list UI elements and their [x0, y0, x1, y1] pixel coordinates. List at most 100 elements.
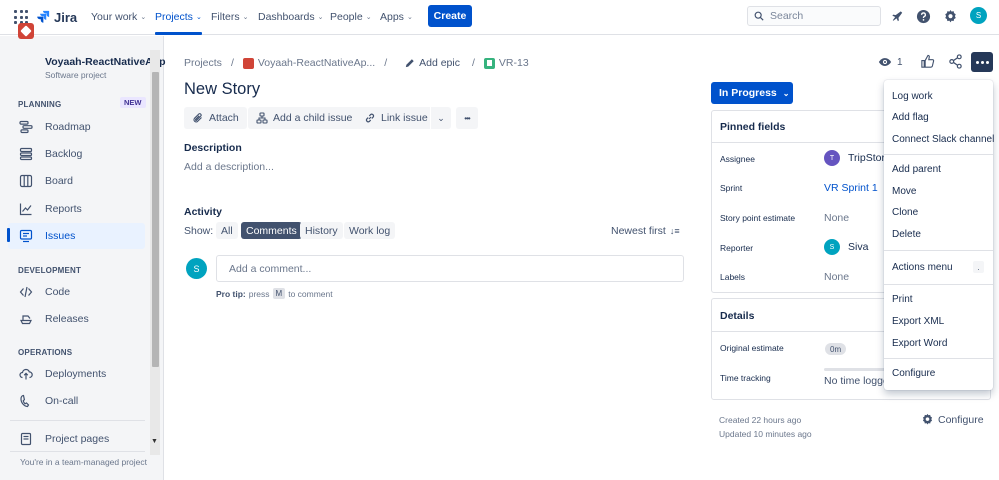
roadmap-icon — [19, 120, 33, 134]
sidebar-item-project-pages[interactable]: Project pages — [8, 426, 145, 452]
sidebar-item-on-call[interactable]: On-call — [8, 388, 145, 414]
issue-title[interactable]: New Story — [184, 80, 260, 99]
menu-item-add-parent[interactable]: Add parent — [892, 164, 941, 175]
nav-label: Dashboards — [258, 11, 315, 23]
filter-all[interactable]: All — [216, 222, 238, 239]
pinned-fields-heading[interactable]: Pinned fields — [720, 121, 785, 133]
filter-work-log[interactable]: Work log — [344, 222, 396, 239]
thumbs-up-icon[interactable] — [920, 54, 935, 69]
time-tracking-value[interactable]: No time logge — [824, 375, 889, 387]
attach-button[interactable]: Attach — [184, 107, 247, 129]
sidebar-item-releases[interactable]: Releases — [8, 306, 145, 332]
user-avatar[interactable]: S — [970, 7, 987, 24]
show-label: Show: — [184, 225, 214, 237]
field-value-reporter[interactable]: S Siva — [824, 239, 868, 255]
breadcrumb: Projects / Voyaah-ReactNativeAp... / Add… — [184, 56, 529, 70]
menu-item-move[interactable]: Move — [892, 186, 916, 197]
search-input[interactable] — [770, 10, 870, 22]
sort-label: Newest first — [611, 225, 666, 237]
status-dropdown[interactable]: In Progress ⌄ — [711, 82, 793, 104]
field-value-sprint[interactable]: VR Sprint 1 — [824, 182, 878, 194]
help-icon[interactable] — [915, 8, 931, 24]
sidebar-item-label: Code — [45, 286, 71, 298]
link-issue-label: Link issue — [381, 112, 428, 124]
issue-key[interactable]: VR-13 — [499, 57, 529, 69]
nav-dashboards[interactable]: Dashboards ⌄ — [258, 7, 324, 27]
field-value-labels[interactable]: None — [824, 271, 849, 283]
status-label: In Progress — [719, 87, 777, 99]
nav-people[interactable]: People ⌄ — [330, 7, 372, 27]
field-value-assignee[interactable]: T TripStoric — [824, 150, 893, 166]
filter-history[interactable]: History — [300, 222, 343, 239]
time-tracking-bar[interactable] — [824, 368, 886, 371]
pencil-icon — [405, 58, 414, 67]
settings-gear-icon[interactable] — [942, 8, 958, 24]
nav-apps[interactable]: Apps ⌄ — [380, 7, 413, 27]
updated-timestamp: Updated 10 minutes ago — [719, 429, 812, 439]
configure-button[interactable]: Configure — [921, 413, 984, 426]
sidebar-item-backlog[interactable]: Backlog — [8, 141, 145, 167]
nav-projects[interactable]: Projects ⌄ — [155, 7, 202, 35]
field-label-sprint: Sprint — [720, 183, 743, 193]
nav-your-work[interactable]: Your work ⌄ — [91, 7, 146, 27]
menu-item-log-work[interactable]: Log work — [892, 91, 933, 102]
breadcrumb-project[interactable]: Voyaah-ReactNativeAp... — [258, 57, 375, 69]
comment-input[interactable] — [216, 255, 684, 282]
add-child-label: Add a child issue — [273, 112, 353, 124]
sidebar-divider — [10, 420, 145, 421]
sidebar-item-code[interactable]: Code — [8, 279, 145, 305]
breadcrumb-projects[interactable]: Projects — [184, 57, 222, 69]
top-navigation: Jira Your work ⌄ Projects ⌄ Filters ⌄ Dashb… — [0, 0, 999, 35]
project-pages-icon — [20, 432, 32, 446]
sidebar-scrollbar-thumb[interactable] — [152, 72, 159, 367]
link-issue-button[interactable]: Link issue — [356, 107, 436, 129]
configure-label: Configure — [938, 413, 984, 426]
add-child-issue-button[interactable]: Add a child issue — [248, 107, 361, 129]
backlog-icon — [19, 147, 33, 161]
sidebar-item-roadmap[interactable]: Roadmap — [8, 114, 145, 140]
deployments-cloud-icon — [19, 368, 33, 380]
nav-filters[interactable]: Filters ⌄ — [211, 7, 248, 27]
chevron-down-icon: ⌄ — [782, 88, 790, 98]
protip-post: to comment — [288, 288, 333, 299]
field-value-story-points[interactable]: None — [824, 212, 849, 224]
development-heading: DEVELOPMENT — [18, 266, 82, 275]
board-icon — [19, 174, 33, 188]
sidebar-item-issues[interactable]: Issues — [8, 223, 145, 249]
original-estimate-value[interactable]: 0m — [825, 343, 847, 355]
menu-item-print[interactable]: Print — [892, 294, 913, 305]
more-actions-button[interactable] — [971, 52, 993, 72]
menu-item-clone[interactable]: Clone — [892, 207, 918, 218]
menu-item-export-xml[interactable]: Export XML — [892, 316, 944, 327]
issues-icon — [19, 229, 33, 243]
menu-item-configure[interactable]: Configure — [892, 368, 935, 379]
add-epic-link[interactable]: Add epic — [419, 57, 460, 69]
search-box[interactable] — [747, 6, 881, 26]
menu-item-actions-menu[interactable]: Actions menu — [892, 262, 953, 273]
jira-logo[interactable]: Jira — [36, 8, 77, 26]
code-icon — [19, 286, 33, 298]
issue-more-button[interactable]: ••• — [456, 107, 478, 129]
link-issue-dropdown[interactable]: ⌄ — [430, 107, 451, 129]
project-name[interactable]: Voyaah-ReactNativeApp — [45, 56, 166, 68]
panel-divider — [711, 331, 885, 332]
share-icon[interactable] — [948, 54, 963, 69]
description-placeholder[interactable]: Add a description... — [184, 161, 274, 173]
notifications-icon[interactable] — [889, 8, 905, 24]
sort-newest-first[interactable]: Newest first ↓≡ — [611, 225, 680, 237]
sidebar-item-board[interactable]: Board — [8, 168, 145, 194]
menu-item-add-flag[interactable]: Add flag — [892, 112, 929, 123]
sidebar-item-reports[interactable]: Reports — [8, 196, 145, 222]
details-heading[interactable]: Details — [720, 310, 754, 322]
scroll-down-arrow-icon[interactable]: ▼ — [151, 438, 158, 445]
sidebar-item-deployments[interactable]: Deployments — [8, 361, 145, 387]
app-switcher-icon[interactable] — [14, 10, 28, 24]
filter-comments[interactable]: Comments — [241, 222, 302, 239]
reports-icon — [19, 203, 32, 216]
menu-item-export-word[interactable]: Export Word — [892, 338, 947, 349]
watch-button[interactable]: 1 — [878, 55, 903, 69]
menu-item-delete[interactable]: Delete — [892, 229, 921, 240]
menu-separator — [884, 250, 993, 251]
menu-item-connect-slack[interactable]: Connect Slack channel — [892, 134, 994, 145]
create-button[interactable]: Create — [428, 5, 472, 27]
